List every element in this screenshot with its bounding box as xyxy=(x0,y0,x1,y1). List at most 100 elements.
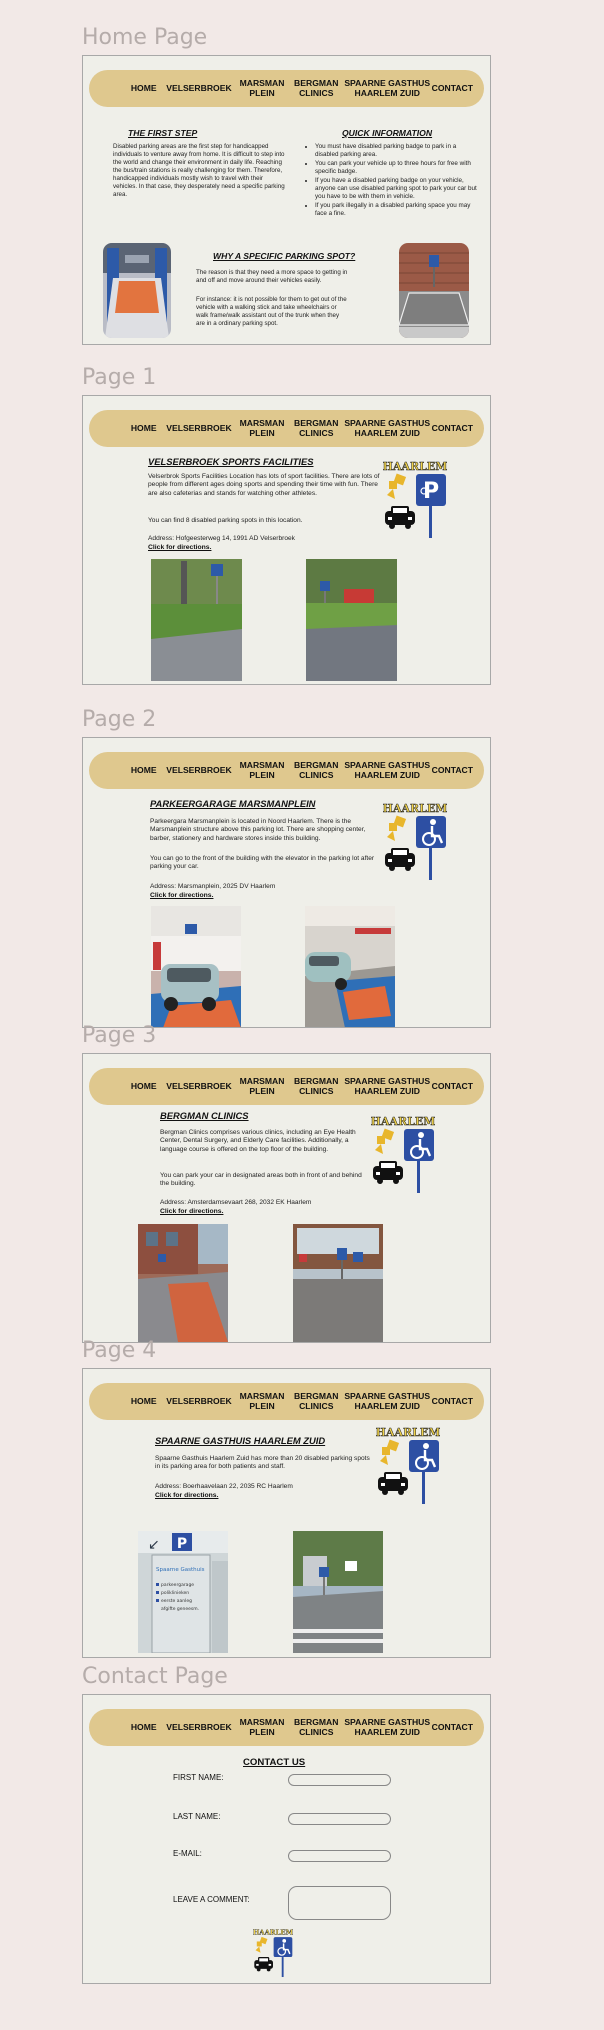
directions-link[interactable]: Click for directions. xyxy=(150,892,213,899)
last-name-input[interactable] xyxy=(288,1813,391,1825)
nav-bar: HOME VELSERBROEK MARSMAN PLEIN BERGMAN C… xyxy=(89,410,484,447)
comment-label: LEAVE A COMMENT: xyxy=(173,1895,250,1904)
nav-contact[interactable]: CONTACT xyxy=(431,1081,474,1091)
location-description: Parkeergara Marsmanplein is located in N… xyxy=(150,818,366,842)
logo-word: HAARLEM xyxy=(371,1116,435,1128)
nav-spaarne[interactable]: SPAARNE GASTHUS HAARLEM ZUID xyxy=(344,1718,431,1736)
nav-velserbroek[interactable]: VELSERBROEK xyxy=(162,1396,235,1406)
page2-label: Page 2 xyxy=(82,707,157,732)
nav-home[interactable]: HOME xyxy=(125,1396,162,1406)
why-text-2: For instance: it is not possible for the… xyxy=(196,296,347,327)
directions-link[interactable]: Click for directions. xyxy=(160,1208,223,1215)
quick-info-item: You can park your vehicle up to three ho… xyxy=(315,160,477,176)
nav-bergman[interactable]: BERGMAN CLINICS xyxy=(289,79,344,97)
svg-text:P: P xyxy=(423,479,439,504)
car-icon xyxy=(385,506,415,529)
wheelchair-icon xyxy=(273,1937,293,1978)
haarlem-logo: HAARLEM xyxy=(370,1115,436,1206)
nav-velserbroek[interactable]: VELSERBROEK xyxy=(162,1081,235,1091)
logo-word: HAARLEM xyxy=(383,461,447,473)
nav-home[interactable]: HOME xyxy=(125,83,162,93)
page4-frame: HOME VELSERBROEK MARSMAN PLEIN BERGMAN C… xyxy=(82,1368,491,1658)
first-step-title: THE FIRST STEP xyxy=(128,128,198,138)
email-input[interactable] xyxy=(288,1850,391,1862)
nav-contact[interactable]: CONTACT xyxy=(431,83,474,93)
logo-word: HAARLEM xyxy=(253,1929,293,1937)
location-title: PARKEERGARAGE MARSMANPLEIN xyxy=(150,798,316,809)
arrow-icon xyxy=(255,1936,268,1953)
nav-marsman[interactable]: MARSMAN PLEIN xyxy=(235,1392,288,1410)
nav-spaarne[interactable]: SPAARNE GASTHUS HAARLEM ZUID xyxy=(344,419,431,437)
haarlem-logo: HAARLEM xyxy=(253,1928,294,1983)
nav-bar: HOME VELSERBROEK MARSMAN PLEIN BERGMAN C… xyxy=(89,70,484,107)
quick-info-title: QUICK INFORMATION xyxy=(342,128,433,138)
nav-velserbroek[interactable]: VELSERBROEK xyxy=(162,423,235,433)
nav-bergman[interactable]: BERGMAN CLINICS xyxy=(289,1718,344,1736)
comment-textarea[interactable] xyxy=(288,1886,391,1920)
nav-bergman[interactable]: BERGMAN CLINICS xyxy=(289,1392,344,1410)
location-title: SPAARNE GASTHUIS HAARLEM ZUID xyxy=(155,1435,326,1446)
parking-spot-photo xyxy=(399,243,469,338)
nav-spaarne[interactable]: SPAARNE GASTHUS HAARLEM ZUID xyxy=(344,761,431,779)
nav-marsman[interactable]: MARSMAN PLEIN xyxy=(235,761,288,779)
directions-link[interactable]: Click for directions. xyxy=(155,1492,218,1499)
logo-word: HAARLEM xyxy=(376,1427,440,1439)
nav-home[interactable]: HOME xyxy=(125,423,162,433)
sign-line: Spaarne Gasthuis xyxy=(156,1567,205,1573)
arrow-icon xyxy=(375,1128,395,1154)
nav-home[interactable]: HOME xyxy=(125,765,162,775)
nav-velserbroek[interactable]: VELSERBROEK xyxy=(162,765,235,775)
nav-bar: HOME VELSERBROEK MARSMAN PLEIN BERGMAN C… xyxy=(89,752,484,789)
page3-label: Page 3 xyxy=(82,1023,157,1048)
svg-text:P: P xyxy=(177,1536,187,1552)
page1-label: Page 1 xyxy=(82,365,157,390)
arrow-icon xyxy=(387,815,407,841)
nav-marsman[interactable]: MARSMAN PLEIN xyxy=(235,1077,288,1095)
nav-contact[interactable]: CONTACT xyxy=(431,1722,474,1732)
nav-bergman[interactable]: BERGMAN CLINICS xyxy=(289,1077,344,1095)
nav-marsman[interactable]: MARSMAN PLEIN xyxy=(235,419,288,437)
sign-line: parkeergarage xyxy=(161,1582,194,1588)
nav-spaarne[interactable]: SPAARNE GASTHUS HAARLEM ZUID xyxy=(344,1392,431,1410)
nav-velserbroek[interactable]: VELSERBROEK xyxy=(162,1722,235,1732)
nav-contact[interactable]: CONTACT xyxy=(431,765,474,775)
quick-info-item: If you park illegally in a disabled park… xyxy=(315,202,477,218)
arrow-icon xyxy=(387,473,407,499)
page3-frame: HOME VELSERBROEK MARSMAN PLEIN BERGMAN C… xyxy=(82,1053,491,1343)
location-description: Spaarne Gasthuis Haarlem Zuid has more t… xyxy=(155,1455,370,1471)
nav-bar: HOME VELSERBROEK MARSMAN PLEIN BERGMAN C… xyxy=(89,1383,484,1420)
nav-home[interactable]: HOME xyxy=(125,1081,162,1091)
nav-contact[interactable]: CONTACT xyxy=(431,423,474,433)
parking-info: You can park your car in designated area… xyxy=(160,1172,362,1188)
page2-frame: HOME VELSERBROEK MARSMAN PLEIN BERGMAN C… xyxy=(82,737,491,1028)
nav-bergman[interactable]: BERGMAN CLINICS xyxy=(289,419,344,437)
logo-word: HAARLEM xyxy=(383,803,447,815)
quick-info-list: You must have disabled parking badge to … xyxy=(305,143,477,219)
first-name-input[interactable] xyxy=(288,1774,391,1786)
address: Address: Boerhaavelaan 22, 2035 RC Haarl… xyxy=(155,1483,293,1490)
haarlem-logo: HAARLEM P xyxy=(382,460,448,551)
nav-bar: HOME VELSERBROEK MARSMAN PLEIN BERGMAN C… xyxy=(89,1709,484,1746)
velserbroek-photo-2 xyxy=(306,559,397,681)
nav-contact[interactable]: CONTACT xyxy=(431,1396,474,1406)
nav-home[interactable]: HOME xyxy=(125,1722,162,1732)
wheelchair-icon xyxy=(416,816,446,880)
haarlem-logo: HAARLEM xyxy=(375,1426,441,1517)
nav-spaarne[interactable]: SPAARNE GASTHUS HAARLEM ZUID xyxy=(344,79,431,97)
nav-marsman[interactable]: MARSMAN PLEIN xyxy=(235,1718,288,1736)
marsman-photo-1 xyxy=(151,906,241,1027)
car-icon xyxy=(385,848,415,871)
first-step-text: Disabled parking areas are the first ste… xyxy=(113,143,285,198)
directions-link[interactable]: Click for directions. xyxy=(148,544,211,551)
car-icon xyxy=(378,1472,408,1495)
garage-photo xyxy=(103,243,171,338)
nav-spaarne[interactable]: SPAARNE GASTHUS HAARLEM ZUID xyxy=(344,1077,431,1095)
address: Address: Marsmanplein, 2025 DV Haarlem xyxy=(150,883,276,890)
marsman-photo-2 xyxy=(305,906,395,1027)
sign-line: poliklinieken xyxy=(161,1590,189,1596)
wheelchair-icon xyxy=(409,1440,439,1504)
velserbroek-photo-1 xyxy=(151,559,242,681)
nav-velserbroek[interactable]: VELSERBROEK xyxy=(162,83,235,93)
nav-marsman[interactable]: MARSMAN PLEIN xyxy=(235,79,288,97)
nav-bergman[interactable]: BERGMAN CLINICS xyxy=(289,761,344,779)
